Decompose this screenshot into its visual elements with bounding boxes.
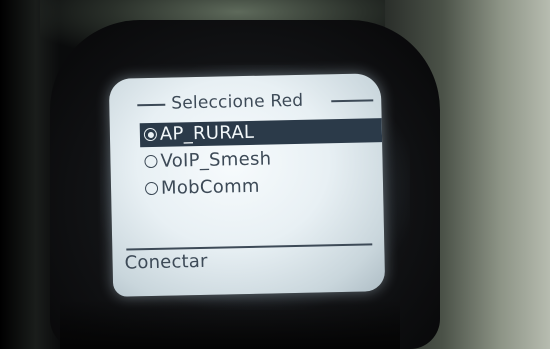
radio-selected-icon — [143, 127, 158, 142]
network-option-ap-rural[interactable]: AP_RURAL — [139, 118, 383, 148]
header-rule-right — [331, 99, 374, 103]
network-option-mobcomm[interactable]: MobComm — [141, 172, 383, 201]
radio-unselected-icon — [144, 181, 159, 196]
phone-screen: Seleccione Red AP_RURAL VoIP_Smesh MobCo… — [108, 73, 386, 297]
menu-header: Seleccione Red — [137, 89, 374, 114]
network-label: AP_RURAL — [159, 121, 255, 145]
network-label: VoIP_Smesh — [160, 148, 272, 172]
radio-unselected-icon — [144, 154, 158, 169]
network-label: MobComm — [160, 175, 260, 199]
menu-title: Seleccione Red — [171, 90, 304, 114]
network-option-voip-smesh[interactable]: VoIP_Smesh — [140, 145, 382, 174]
bottom-shadow — [60, 300, 400, 349]
connect-softkey[interactable]: Conectar — [124, 249, 208, 277]
header-rule-left — [137, 103, 166, 107]
